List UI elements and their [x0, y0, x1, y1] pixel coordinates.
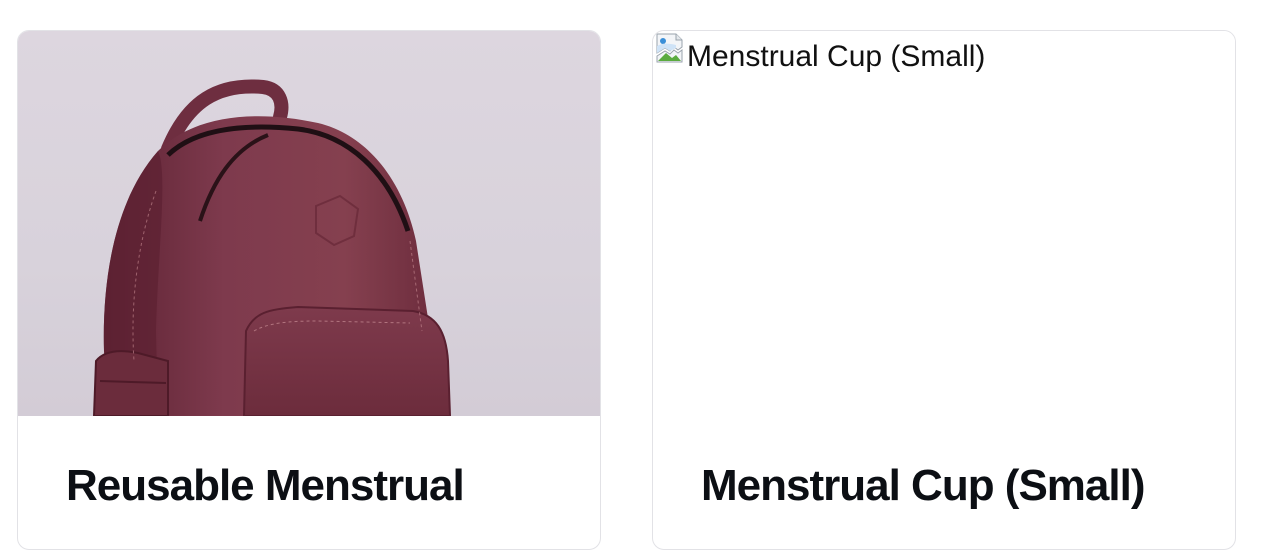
- product-image[interactable]: Menstrual Cup (Small): [653, 31, 1235, 416]
- product-card[interactable]: Menstrual Cup (Small) Menstrual Cup (Sma…: [652, 30, 1236, 550]
- image-alt-text: Menstrual Cup (Small): [687, 40, 986, 73]
- product-image[interactable]: [18, 31, 600, 416]
- product-title[interactable]: Menstrual Cup (Small): [701, 461, 1145, 511]
- backpack-photo: [92, 79, 452, 416]
- product-card[interactable]: Reusable Menstrual: [17, 30, 601, 550]
- product-title[interactable]: Reusable Menstrual: [66, 461, 465, 511]
- broken-image-icon: [656, 33, 683, 63]
- product-grid: Reusable Menstrual Menstrual Cup (Small)…: [17, 30, 1237, 550]
